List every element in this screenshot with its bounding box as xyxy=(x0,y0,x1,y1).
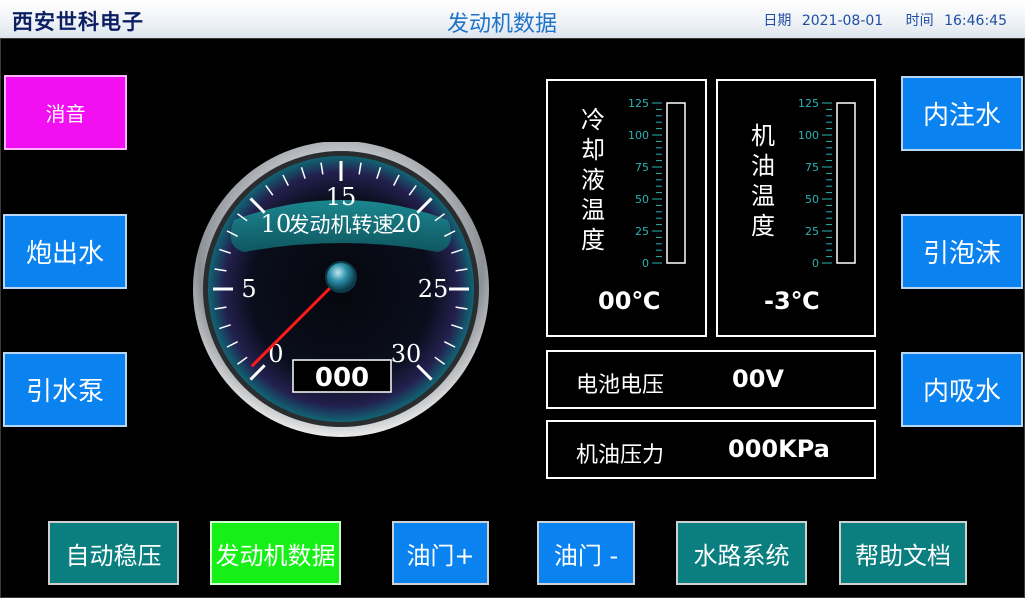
page-title: 发动机数据 xyxy=(447,12,558,37)
auto-regulate-button[interactable]: 自动稳压 xyxy=(48,521,179,585)
coolant-temp-bar xyxy=(666,102,686,264)
coolant-scale-label: 100 xyxy=(628,129,649,142)
engine-data-button[interactable]: 发动机数据 xyxy=(210,521,341,585)
gauge-scale-label: 10 xyxy=(261,210,292,238)
date-label: 日期 xyxy=(763,13,792,29)
oil-label-char: 度 xyxy=(751,212,775,240)
coolant-scale-label: 125 xyxy=(628,97,649,110)
time-value: 16:46:45 xyxy=(944,13,1007,29)
inner-fill-button[interactable]: 内注水 xyxy=(901,76,1023,151)
gauge-scale-label: 30 xyxy=(391,340,422,368)
foam-button[interactable]: 引泡沫 xyxy=(901,214,1023,289)
battery-voltage-label: 电池电压 xyxy=(576,373,665,398)
coolant-temp-panel: 冷却液温度 125 100 75 50 25 0 00℃ xyxy=(546,79,707,337)
engine-rpm-gauge: 0 5 10 15 20 25 30 发动机转速 000 xyxy=(193,142,489,437)
battery-voltage-panel: 电池电压 00V xyxy=(546,350,876,409)
oil-scale-label: 0 xyxy=(812,257,819,267)
coolant-label-char: 温 xyxy=(581,196,605,224)
title-bar: 西安世科电子 发动机数据 日期 2021-08-01 时间 16:46:45 xyxy=(0,0,1025,39)
gauge-scale-label: 20 xyxy=(391,210,422,238)
oil-pressure-label: 机油压力 xyxy=(576,443,665,468)
coolant-label-char: 度 xyxy=(581,226,605,254)
datetime-display: 日期 2021-08-01 时间 16:46:45 xyxy=(757,10,1007,30)
mute-button[interactable]: 消音 xyxy=(4,75,127,150)
oil-label-char: 油 xyxy=(751,152,775,180)
gauge-scale-label: 15 xyxy=(326,183,357,211)
water-system-button[interactable]: 水路系统 xyxy=(676,521,807,585)
coolant-temp-label: 冷却液温度 xyxy=(578,105,608,255)
oil-temp-panel: 机油温度 125 100 75 50 25 0 -3℃ xyxy=(716,79,876,337)
gauge-hub xyxy=(325,261,357,293)
coolant-label-char: 冷 xyxy=(581,106,605,134)
coolant-scale-label: 25 xyxy=(635,225,649,238)
inner-suction-button[interactable]: 内吸水 xyxy=(901,352,1023,427)
oil-scale-label: 50 xyxy=(805,193,819,206)
gauge-scale-label: 25 xyxy=(418,275,449,303)
oil-label-char: 机 xyxy=(751,122,775,150)
oil-temp-readout: -3℃ xyxy=(764,287,820,315)
oil-temp-label: 机油温度 xyxy=(748,121,778,241)
help-docs-button[interactable]: 帮助文档 xyxy=(839,521,967,585)
oil-label-char: 温 xyxy=(751,182,775,210)
rpm-value: 000 xyxy=(315,363,369,393)
time-label: 时间 xyxy=(905,13,934,29)
oil-scale-label: 75 xyxy=(805,161,819,174)
oil-scale-label: 25 xyxy=(805,225,819,238)
coolant-temp-readout: 00℃ xyxy=(598,287,661,315)
throttle-down-button[interactable]: 油门 - xyxy=(537,521,635,585)
oil-temp-scale: 125 100 75 50 25 0 xyxy=(798,97,856,267)
oil-pressure-value: 000KPa xyxy=(728,435,830,463)
gauge-title: 发动机转速 xyxy=(289,213,394,237)
brand-name: 西安世科电子 xyxy=(12,10,144,34)
coolant-temp-scale: 125 100 75 50 25 0 xyxy=(628,97,686,267)
coolant-label-char: 液 xyxy=(581,166,605,194)
throttle-up-button[interactable]: 油门+ xyxy=(392,521,489,585)
oil-scale-label: 125 xyxy=(798,97,819,110)
oil-temp-bar xyxy=(836,102,856,264)
coolant-scale-label: 50 xyxy=(635,193,649,206)
coolant-label-char: 却 xyxy=(581,136,605,164)
priming-pump-button[interactable]: 引水泵 xyxy=(3,352,127,427)
battery-voltage-value: 00V xyxy=(732,365,784,393)
gauge-scale-label: 5 xyxy=(241,275,256,303)
date-value: 2021-08-01 xyxy=(801,13,884,29)
coolant-scale-label: 0 xyxy=(642,257,649,267)
cannon-water-button[interactable]: 炮出水 xyxy=(3,214,127,289)
gauge-scale-label: 0 xyxy=(268,340,283,368)
coolant-scale-label: 75 xyxy=(635,161,649,174)
oil-pressure-panel: 机油压力 000KPa xyxy=(546,420,876,479)
oil-scale-label: 100 xyxy=(798,129,819,142)
